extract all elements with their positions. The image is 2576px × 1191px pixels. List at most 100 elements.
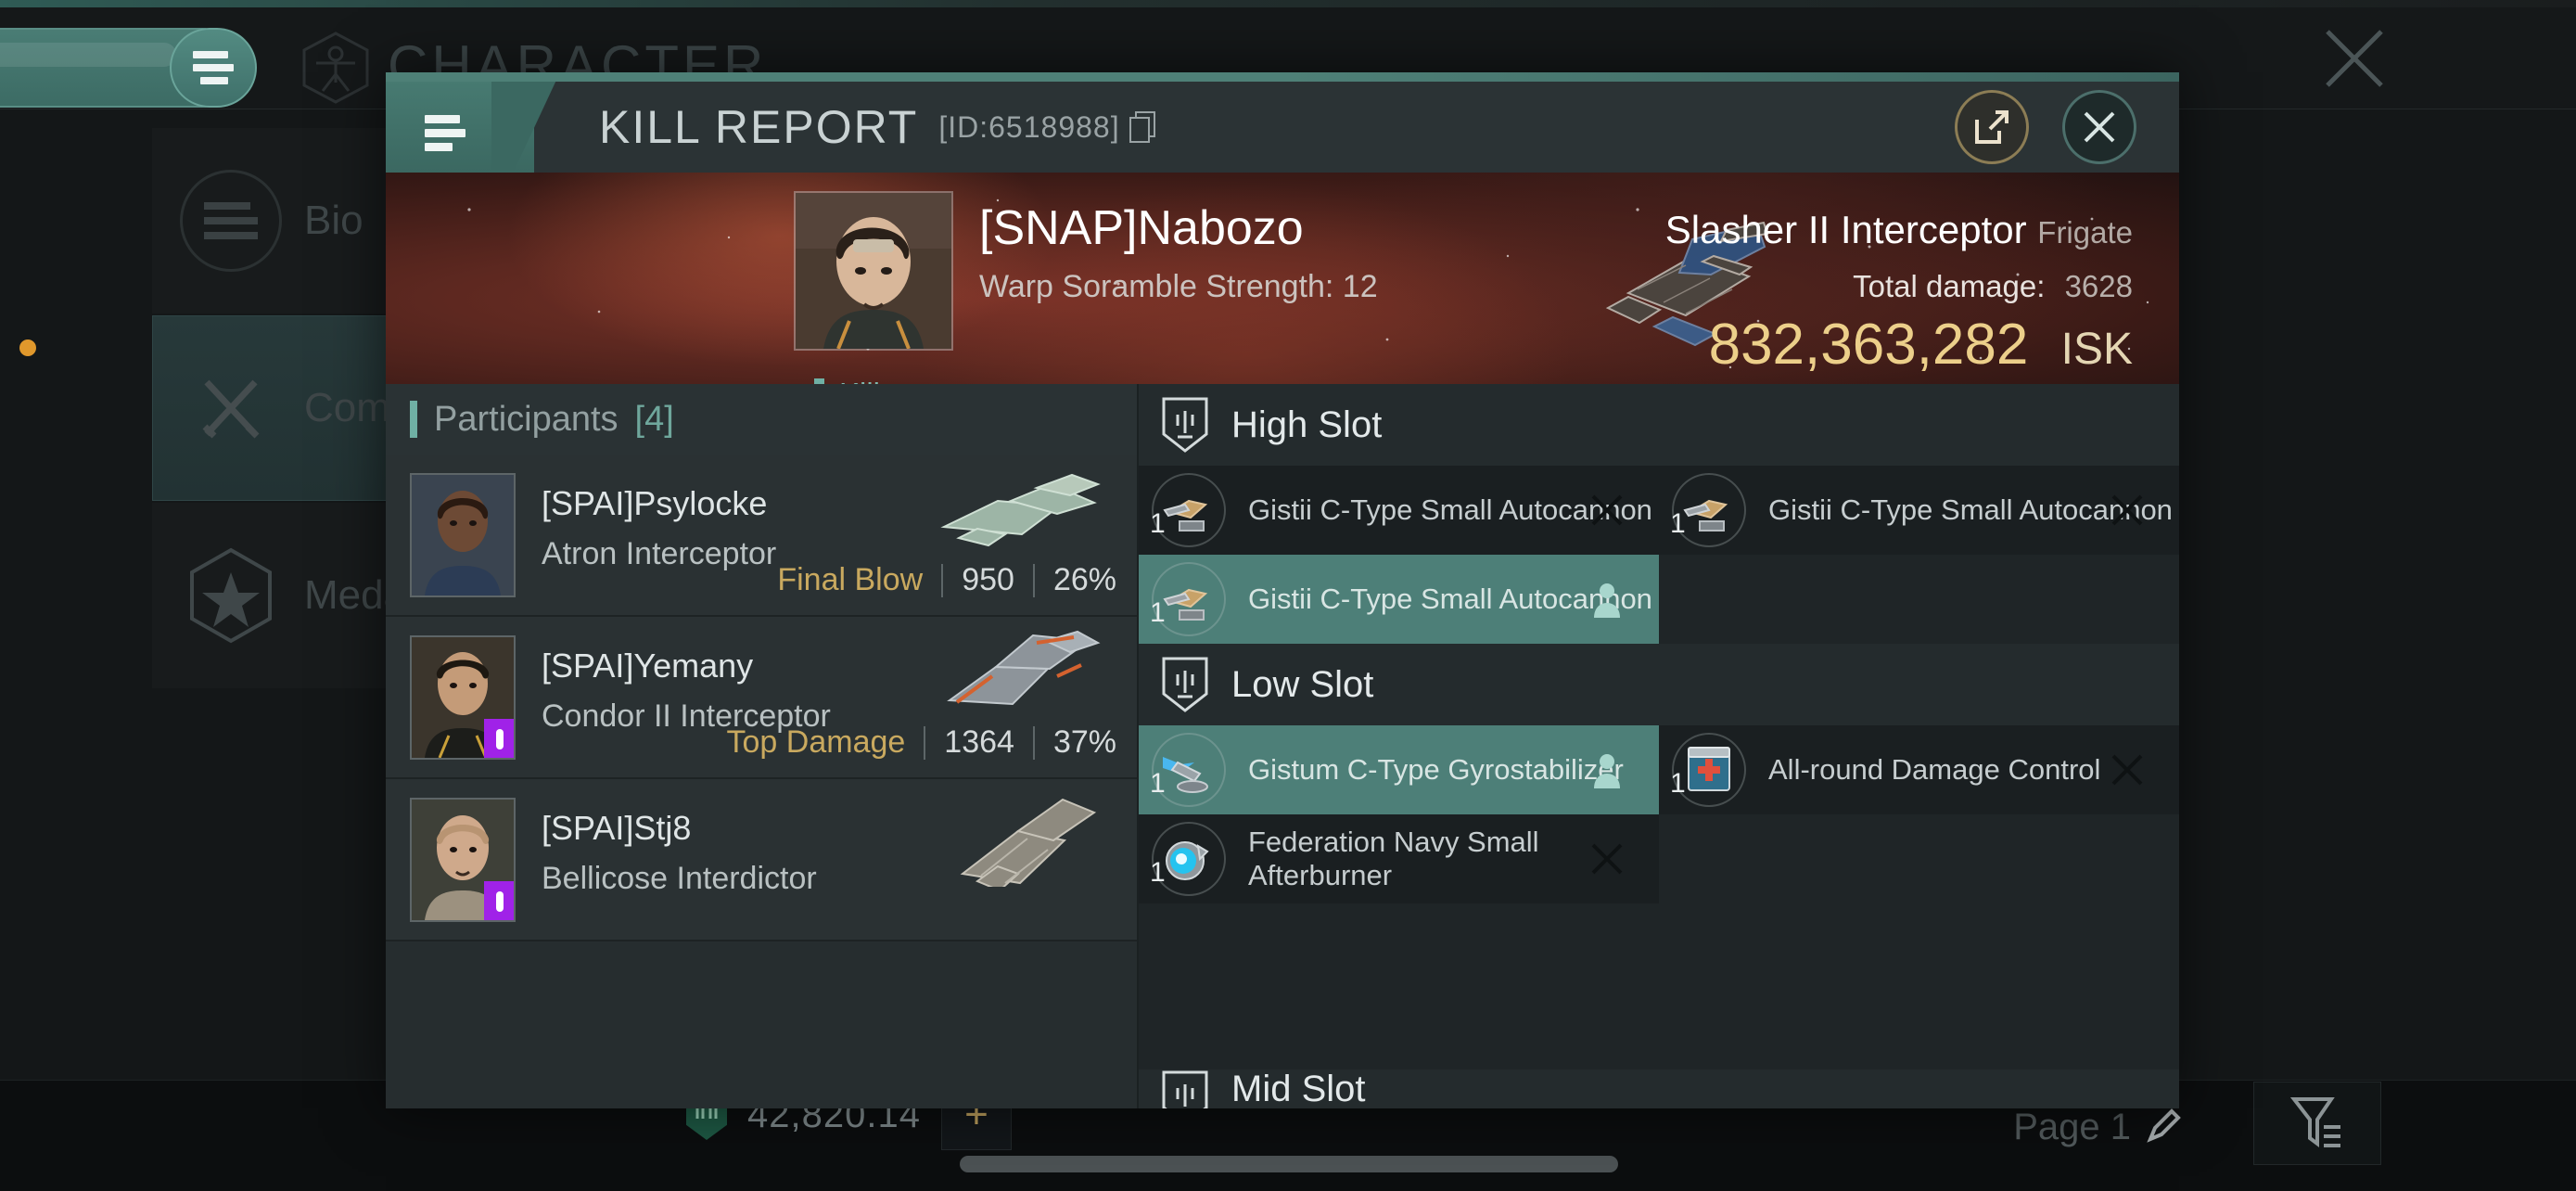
hamburger-menu-icon[interactable] <box>386 82 577 173</box>
kill-summary-banner: [SNAP]Nabozo Warp Soramble Strength: 12 … <box>386 173 2179 384</box>
victim-name: [SNAP]Nabozo <box>979 201 1304 255</box>
kill-report-dialog: KILL REPORT [ID:6518988] [SNAP]Nabozo Wa… <box>386 72 2179 1108</box>
module-item[interactable]: 1 Gistii C-Type Small Autocannon <box>1139 466 1659 555</box>
participants-panel: Participants [4] [SPAI]Psylocke Atron In… <box>386 384 1139 1108</box>
notification-dot <box>19 339 36 356</box>
victim-ship-name: Slasher II Interceptor Frigate <box>1664 208 2133 251</box>
fitting-panel: High Slot 1 Gistii C-Type Small Autocann… <box>1139 384 2179 1108</box>
module-quantity: 1 <box>1150 597 1166 628</box>
module-cell-empty <box>1659 814 2179 903</box>
participant-stats: Final Blow 950 26% <box>777 562 1116 598</box>
table-row[interactable]: [SPAI]Yemany Condor II Interceptor Top D… <box>386 617 1137 779</box>
module-quantity: 1 <box>1670 508 1686 539</box>
dialog-body: Participants [4] [SPAI]Psylocke Atron In… <box>386 384 2179 1108</box>
filter-button[interactable] <box>2253 1082 2381 1165</box>
status-badge <box>484 881 514 920</box>
slot-shield-icon <box>1162 1070 1208 1108</box>
table-row[interactable]: [SPAI]Stj8 Bellicose Interdictor <box>386 779 1137 941</box>
participant-damage: 950 <box>962 562 1014 597</box>
pencil-icon[interactable] <box>2145 1108 2182 1145</box>
status-badge <box>484 719 514 758</box>
dialog-header: KILL REPORT [ID:6518988] <box>386 82 2179 173</box>
participant-name: [SPAI]Psylocke <box>542 484 768 522</box>
participant-name: [SPAI]Stj8 <box>542 809 692 847</box>
participant-tag: Top Damage <box>726 724 906 760</box>
horizontal-scrollbar[interactable] <box>960 1156 1618 1172</box>
section-header-low-slot: Low Slot <box>1139 644 2179 725</box>
module-item-selected[interactable]: 1 Gistum C-Type Gyrostabilizer <box>1139 725 1659 814</box>
section-title: Low Slot <box>1231 663 1374 705</box>
section-title: High Slot <box>1231 403 1383 445</box>
page-indicator: Page 1 <box>2013 1107 2131 1147</box>
top-accent-strip <box>0 0 2576 7</box>
module-quantity: 1 <box>1670 768 1686 799</box>
person-icon[interactable] <box>1588 581 1626 618</box>
module-cell: 1 Gistii C-Type Small Autocannon <box>1659 466 2179 555</box>
participant-name: [SPAI]Yemany <box>542 647 754 685</box>
participants-count: [4] <box>634 399 674 439</box>
module-cell: 1 Gistii C-Type Small Autocannon <box>1139 555 1659 644</box>
sidebar-item-bio[interactable]: Bio <box>152 128 421 314</box>
participant-percent: 37% <box>1052 724 1116 760</box>
bellicose-ship-thumbnail <box>960 798 1097 887</box>
module-item-selected[interactable]: 1 Gistii C-Type Small Autocannon <box>1139 555 1659 644</box>
person-icon[interactable] <box>1588 751 1626 788</box>
close-icon[interactable] <box>2315 19 2394 98</box>
condor-ship-thumbnail <box>947 630 1101 706</box>
module-name: All-round Damage Control <box>1768 753 2101 787</box>
participants-title: Participants <box>434 399 618 439</box>
slot-shield-icon <box>1162 397 1208 453</box>
external-link-icon <box>1975 110 2009 144</box>
module-quantity: 1 <box>1150 768 1166 799</box>
crossed-swords-icon <box>180 357 282 459</box>
copy-icon[interactable] <box>1129 111 1157 143</box>
participant-tag: Final Blow <box>777 562 924 597</box>
background-menu-pill-highlight <box>0 43 176 67</box>
module-item-empty <box>1659 814 2179 903</box>
module-name: Gistum C-Type Gyrostabilizer <box>1248 753 1624 787</box>
module-item[interactable]: 1 All-round Damage Control <box>1659 725 2179 814</box>
sidebar-item-combat[interactable]: Combat <box>152 315 447 501</box>
participant-ship: Bellicose Interdictor <box>542 861 817 896</box>
module-item[interactable]: 1 Federation Navy Small Afterburner <box>1139 814 1659 903</box>
isk-value: 832,363,282 ISK <box>1708 313 2133 377</box>
remove-icon[interactable] <box>2109 751 2146 788</box>
victim-ship-class: Frigate <box>2037 215 2133 250</box>
total-damage: Total damage: 3628 <box>1853 269 2133 303</box>
isk-unit: ISK <box>2060 325 2133 374</box>
module-item[interactable]: 1 Gistii C-Type Small Autocannon <box>1659 466 2179 555</box>
participant-damage: 1364 <box>944 724 1014 760</box>
hamburger-menu-icon[interactable] <box>170 28 257 108</box>
module-cell-empty <box>1659 555 2179 644</box>
result-label: Kill <box>839 377 880 384</box>
participant-stats: Top Damage 1364 37% <box>727 724 1116 761</box>
vitruvian-man-icon <box>302 32 369 104</box>
share-button[interactable] <box>1955 90 2029 164</box>
victim-avatar <box>796 193 951 349</box>
module-grid-low-slot: 1 Gistum C-Type Gyrostabilizer 1 All-rou… <box>1139 725 2179 903</box>
section-title: Mid Slot <box>1231 1069 1366 1108</box>
total-damage-value: 3628 <box>2064 269 2133 303</box>
module-cell: 1 Federation Navy Small Afterburner <box>1139 814 1659 903</box>
dialog-title: KILL REPORT <box>599 101 919 153</box>
close-button[interactable] <box>2062 90 2136 164</box>
remove-icon[interactable] <box>1588 840 1626 877</box>
participants-header: Participants [4] <box>386 384 1137 455</box>
sidebar-item-label: Bio <box>304 198 363 243</box>
slot-shield-icon <box>1162 657 1208 712</box>
victim-subtitle: Warp Soramble Strength: 12 <box>979 269 1378 304</box>
remove-icon[interactable] <box>2109 492 2146 529</box>
module-quantity: 1 <box>1150 857 1166 888</box>
sidebar-item-medals[interactable]: Medals <box>152 503 436 688</box>
remove-icon[interactable] <box>1588 492 1626 529</box>
participant-percent: 26% <box>1052 562 1116 597</box>
module-item-empty <box>1659 555 2179 644</box>
dialog-accent-line <box>386 72 2179 82</box>
list-icon <box>180 170 282 272</box>
table-row[interactable]: [SPAI]Psylocke Atron Interceptor Final B… <box>386 455 1137 617</box>
atron-ship-thumbnail <box>940 473 1101 547</box>
avatar <box>412 637 514 758</box>
module-cell: 1 Gistii C-Type Small Autocannon <box>1139 466 1659 555</box>
avatar <box>412 475 514 596</box>
filter-funnel-icon <box>2290 1097 2340 1147</box>
